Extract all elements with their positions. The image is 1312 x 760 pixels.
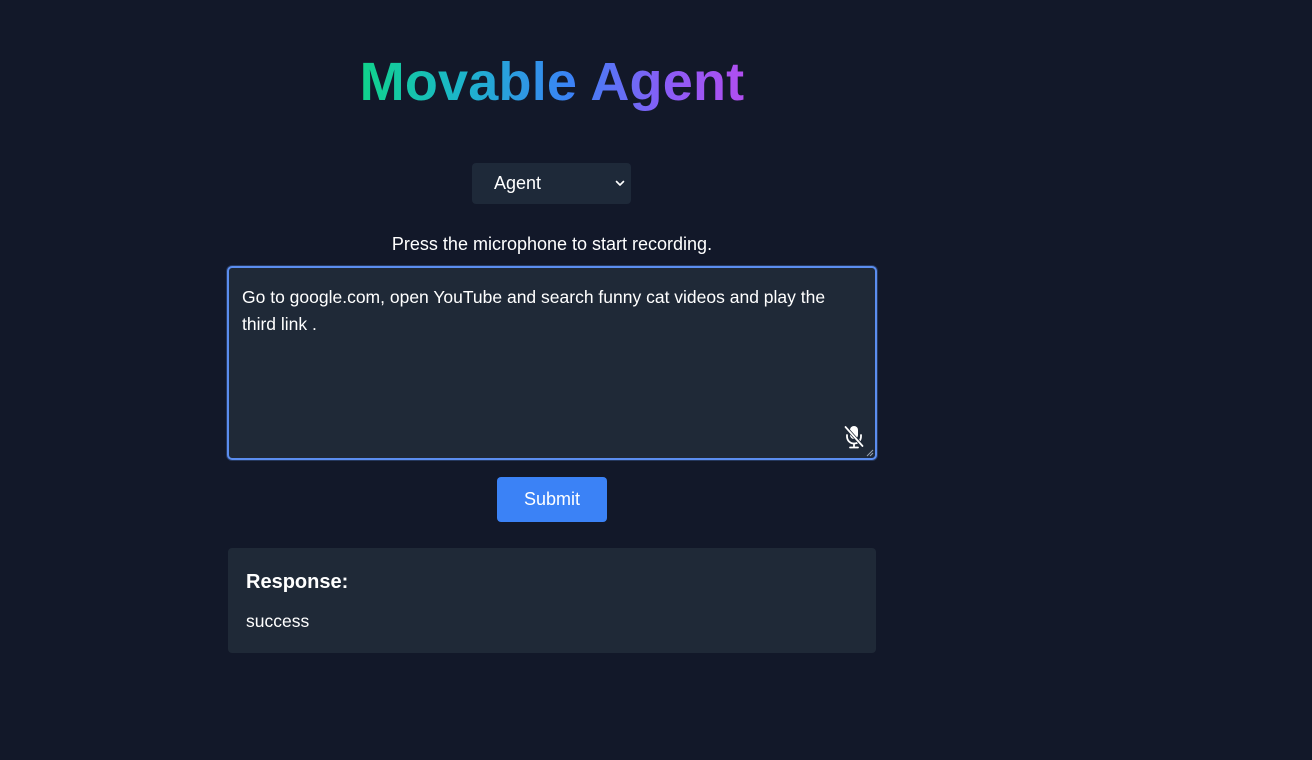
- chevron-down-icon: [615, 180, 625, 186]
- recording-hint: Press the microphone to start recording.: [391, 234, 713, 254]
- resize-grip-icon[interactable]: [866, 449, 874, 457]
- microphone-off-icon[interactable]: [843, 424, 865, 450]
- page-title-text: Movable Agent: [359, 52, 745, 112]
- submit-button[interactable]: Submit: [497, 477, 607, 522]
- response-heading: Response:: [246, 571, 349, 593]
- mode-select-value: Agent: [494, 173, 542, 193]
- response-panel: Response: success: [228, 548, 876, 653]
- mode-select[interactable]: Agent: [472, 163, 631, 204]
- prompt-text: Go to google.com, open YouTube and searc…: [242, 287, 830, 334]
- prompt-textarea[interactable]: Go to google.com, open YouTube and searc…: [227, 266, 877, 460]
- page-title: Movable Agent: [228, 50, 876, 114]
- app-root: Movable Agent Agent Press the microphone…: [0, 0, 1312, 760]
- response-text: success: [246, 611, 310, 631]
